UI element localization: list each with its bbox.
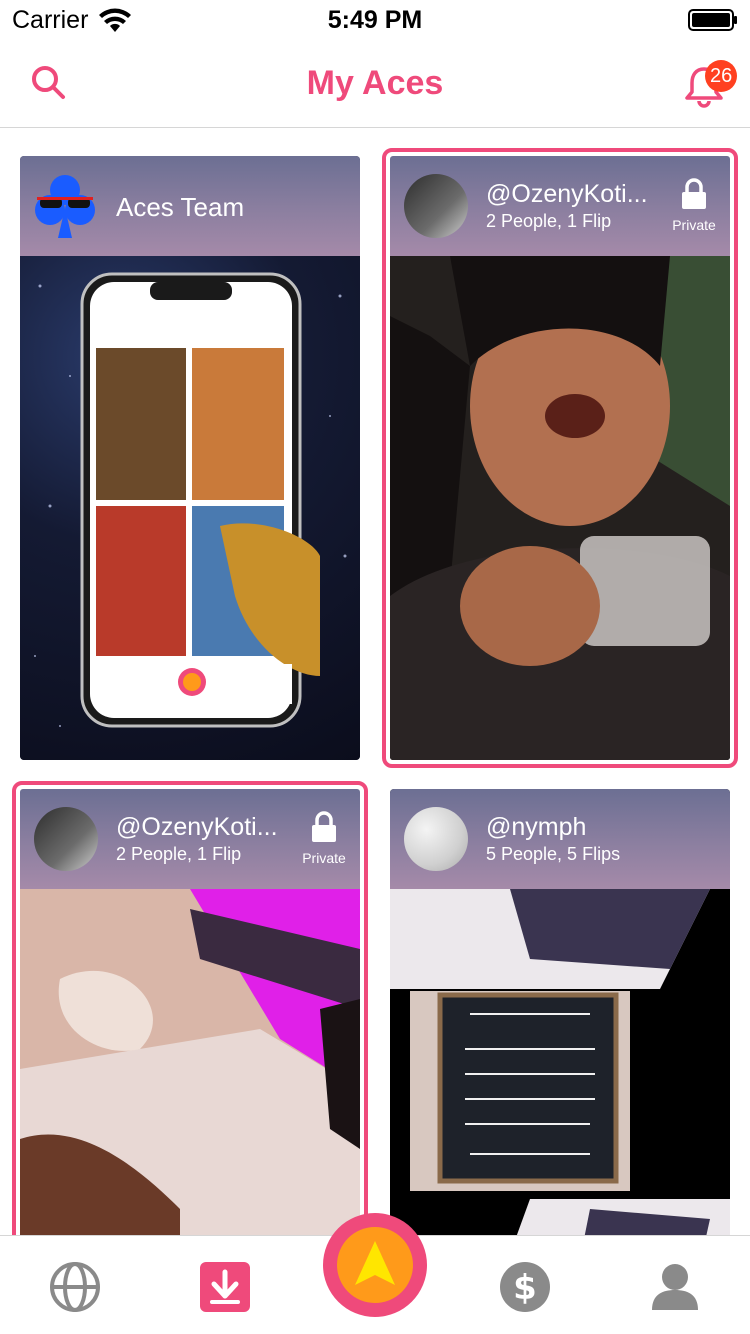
aces-club-logo-icon (35, 175, 95, 238)
privacy-indicator: Private (666, 178, 722, 233)
card-subtitle: 2 People, 1 Flip (486, 211, 612, 231)
aces-grid: Aces Team @OzenyKoti... 2 People, 1 Flip… (0, 129, 750, 1235)
profile-icon[interactable] (648, 1260, 702, 1314)
card-subtitle: 5 People, 5 Flips (486, 844, 621, 864)
photo-chalkboard-collage-image (390, 889, 730, 1235)
card-header: @nymph 5 People, 5 Flips (390, 789, 730, 889)
download-icon[interactable] (198, 1260, 252, 1314)
page-title: My Aces (306, 64, 444, 102)
avatar (404, 174, 468, 238)
card-title: @nymph (486, 813, 587, 841)
card-preview-image (20, 256, 360, 760)
card-preview-image (20, 889, 360, 1235)
status-time: 5:49 PM (327, 6, 423, 34)
photo-cat-closeup-image (20, 889, 360, 1235)
card-title: @OzenyKoti... (116, 813, 278, 841)
privacy-label: Private (302, 850, 346, 866)
card-subtitle: 2 People, 1 Flip (116, 844, 242, 864)
phone-mockup-image (34, 272, 347, 728)
photo-laughing-woman-image (390, 256, 730, 760)
card-header: @OzenyKoti... 2 People, 1 Flip Private (20, 789, 360, 889)
privacy-indicator: Private (296, 811, 352, 866)
avatar (404, 807, 468, 871)
ace-card-nymph[interactable]: @nymph 5 People, 5 Flips (390, 789, 730, 1235)
ace-card-ozenykoti[interactable]: @OzenyKoti... 2 People, 1 Flip Private (382, 148, 738, 768)
card-header: Aces Team (20, 156, 360, 256)
aces-logo-icon (355, 1241, 395, 1285)
card-title: @OzenyKoti... (486, 180, 648, 208)
card-title: Aces Team (116, 192, 245, 222)
nav-bar: My Aces 26 (0, 40, 750, 128)
battery-icon (688, 9, 737, 31)
globe-icon[interactable] (48, 1260, 102, 1314)
dollar-icon[interactable]: $ (498, 1260, 552, 1314)
privacy-label: Private (672, 217, 716, 233)
lock-icon (312, 811, 336, 842)
create-ace-button[interactable] (323, 1213, 427, 1317)
svg-text:$: $ (513, 1268, 537, 1308)
notification-badge: 26 (705, 60, 738, 92)
center-inner (337, 1227, 413, 1303)
card-header: @OzenyKoti... 2 People, 1 Flip Private (390, 156, 730, 256)
card-preview-image (390, 256, 730, 760)
ace-card-ozenykoti-2[interactable]: @OzenyKoti... 2 People, 1 Flip Private (12, 781, 368, 1235)
ace-card-team[interactable]: Aces Team (20, 156, 360, 760)
avatar (34, 807, 98, 871)
lock-icon (682, 178, 706, 209)
card-preview-image (390, 889, 730, 1235)
status-bar: Carrier 5:49 PM (0, 0, 750, 40)
